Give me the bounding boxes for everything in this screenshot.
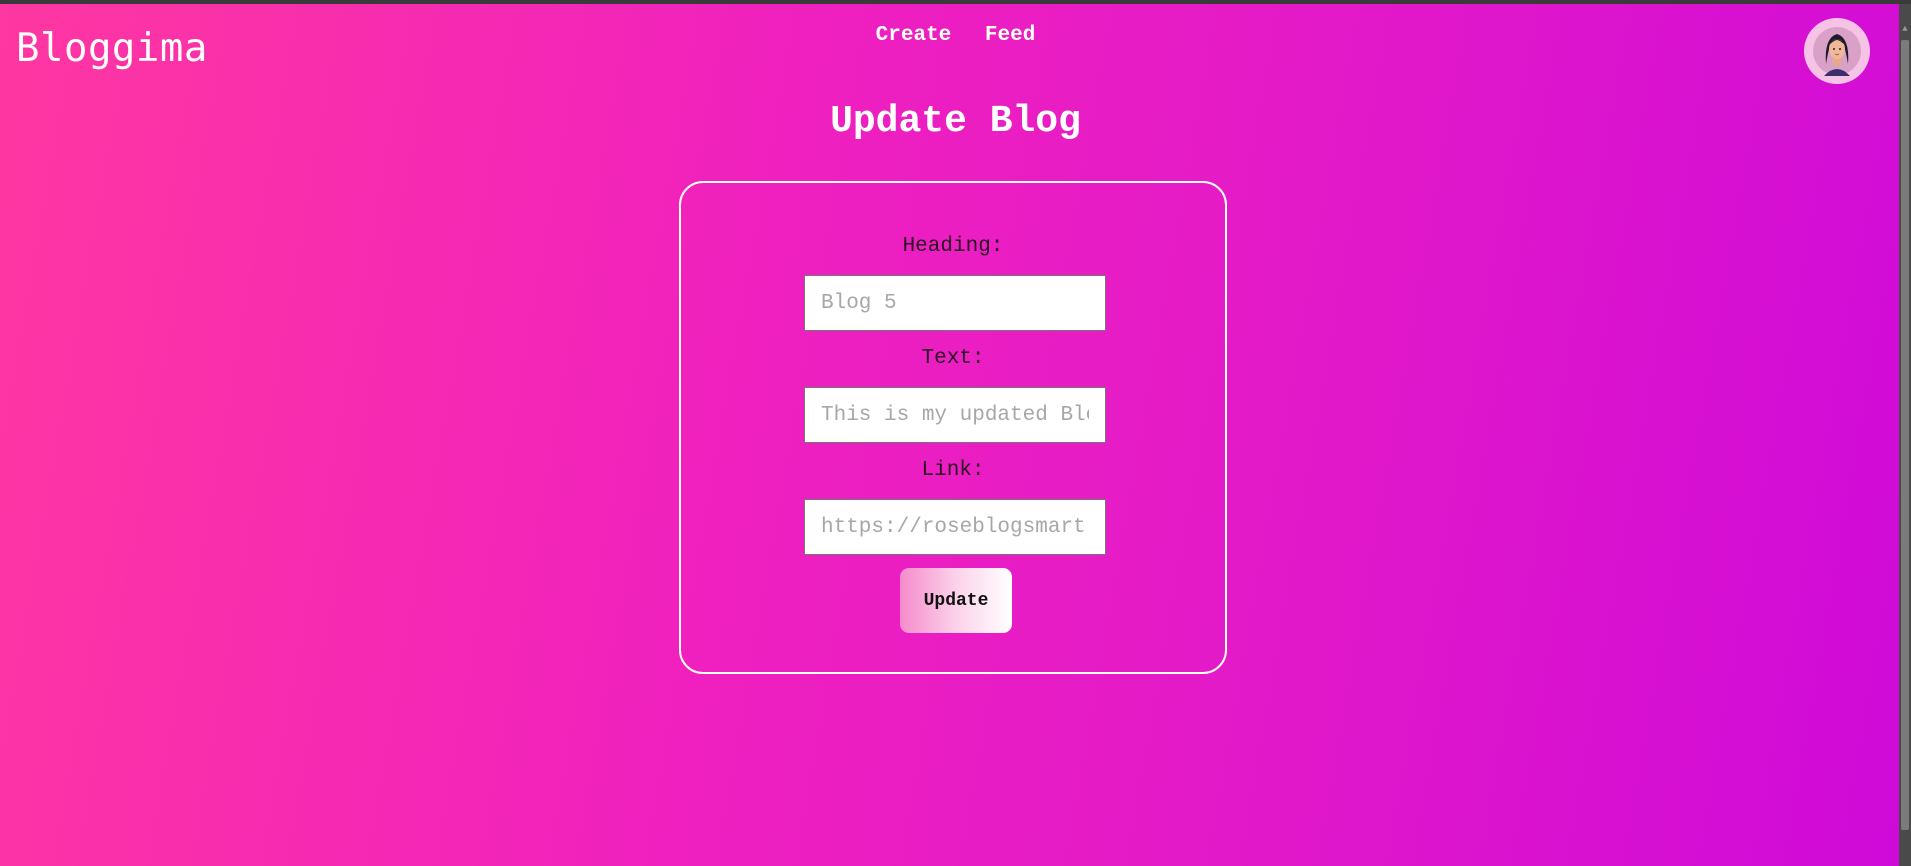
brand-logo[interactable]: Bloggima — [16, 26, 208, 71]
text-input[interactable] — [804, 387, 1106, 443]
page-title: Update Blog — [830, 100, 1081, 143]
update-button[interactable]: Update — [900, 568, 1012, 633]
nav-create-link[interactable]: Create — [876, 24, 952, 47]
heading-input[interactable] — [804, 275, 1106, 331]
link-label: Link: — [921, 459, 985, 482]
top-nav: Create Feed — [0, 24, 1899, 47]
update-blog-form: Heading: Text: Link: Update — [679, 181, 1227, 674]
scrollbar-thumb[interactable] — [1901, 40, 1909, 830]
heading-label: Heading: — [902, 235, 1004, 258]
user-avatar-icon[interactable] — [1804, 18, 1870, 84]
nav-feed-link[interactable]: Feed — [985, 24, 1035, 47]
avatar-illustration — [1813, 27, 1861, 76]
scroll-up-arrow-icon[interactable]: ▲ — [1899, 24, 1911, 34]
text-label: Text: — [921, 347, 985, 370]
link-input[interactable] — [804, 499, 1106, 555]
page-background: Bloggima Create Feed Update Blog Heading… — [0, 4, 1899, 866]
vertical-scrollbar[interactable]: ▲ — [1899, 4, 1911, 866]
